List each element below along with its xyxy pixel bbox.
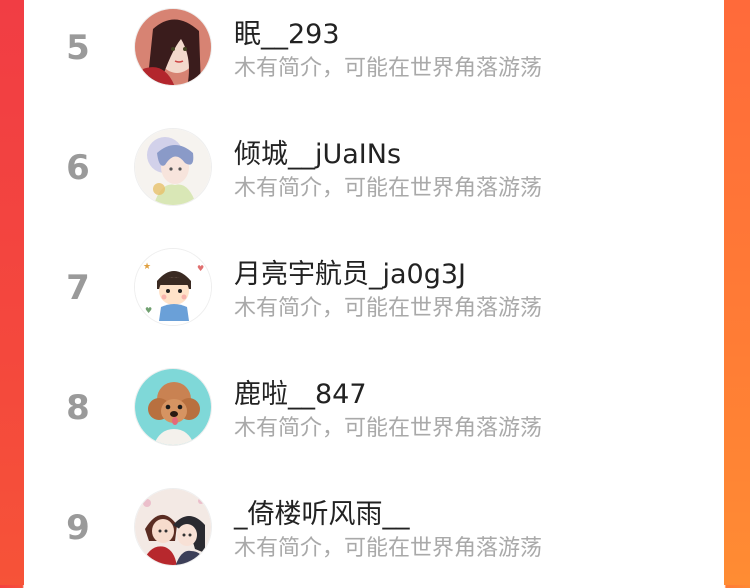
right-border-decoration: [724, 0, 750, 585]
user-bio: 木有简介，可能在世界角落游荡: [234, 176, 543, 201]
user-name[interactable]: 月亮宇航员_ja0g3J: [234, 252, 466, 291]
ranking-row[interactable]: 8 鹿啦__847 木有简介，可能在世界角落游荡: [24, 348, 724, 468]
ranking-row[interactable]: 7 ★ ♥ ♥ 月亮宇航员_ja0g3J 木有简介，可能在世界角落游荡: [24, 228, 724, 348]
ranking-row[interactable]: 5 眠__293 木有简介，可能在世界角落游荡: [24, 0, 724, 108]
ranking-row[interactable]: 9 _倚楼听风雨__ 木有简介，可能在世界角落游荡: [24, 468, 724, 588]
cartoon-boy-avatar-icon[interactable]: ★ ♥ ♥: [134, 248, 212, 326]
rank-number: 8: [66, 388, 90, 428]
user-name[interactable]: 倾城__jUaINs: [234, 132, 401, 171]
left-border-decoration: [0, 0, 24, 585]
rank-number: 7: [66, 268, 90, 308]
user-name[interactable]: 鹿啦__847: [234, 372, 367, 411]
user-name[interactable]: 眠__293: [234, 12, 340, 51]
user-bio: 木有简介，可能在世界角落游荡: [234, 56, 543, 81]
user-name[interactable]: _倚楼听风雨__: [234, 492, 410, 531]
user-bio: 木有简介，可能在世界角落游荡: [234, 536, 543, 561]
ranking-list: 5 眠__293 木有简介，可能在世界角落游荡 6 倾城__jUaINs 木有简…: [24, 0, 724, 585]
user-bio: 木有简介，可能在世界角落游荡: [234, 296, 543, 321]
rank-number: 9: [66, 508, 90, 548]
anime-girl-red-avatar-icon[interactable]: [134, 8, 212, 86]
anime-girl-watercolor-avatar-icon[interactable]: [134, 128, 212, 206]
rank-number: 5: [66, 28, 90, 68]
svg-text:★: ★: [143, 262, 151, 272]
ranking-row[interactable]: 6 倾城__jUaINs 木有简介，可能在世界角落游荡: [24, 108, 724, 228]
anime-couple-avatar-icon[interactable]: [134, 488, 212, 566]
svg-text:♥: ♥: [145, 306, 152, 315]
poodle-dog-avatar-icon[interactable]: [134, 368, 212, 446]
user-bio: 木有简介，可能在世界角落游荡: [234, 416, 543, 441]
svg-text:♥: ♥: [197, 264, 204, 273]
rank-number: 6: [66, 148, 90, 188]
